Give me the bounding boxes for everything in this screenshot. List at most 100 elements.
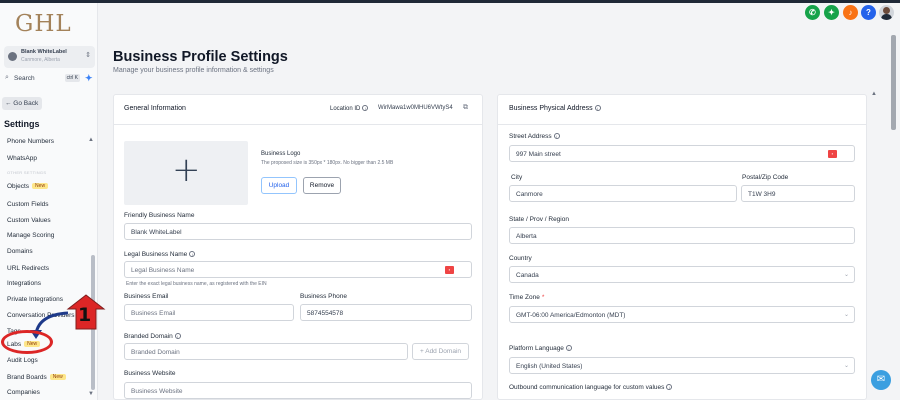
sidebar-item-domains[interactable]: Domains bbox=[7, 248, 33, 255]
collapse-icon[interactable]: ▲ bbox=[88, 137, 94, 143]
location-name: Blank WhiteLabel bbox=[21, 49, 67, 55]
state-label: State / Prov / Region bbox=[509, 216, 569, 223]
sidebar-section-label: OTHER SETTINGS bbox=[7, 170, 47, 175]
country-value: Canada bbox=[516, 272, 539, 279]
sidebar-item-private-integrations[interactable]: Private Integrations bbox=[7, 296, 63, 303]
legal-name-field[interactable]: Legal Business Name ▪ bbox=[124, 261, 472, 278]
megaphone-glyph: ✦ bbox=[828, 8, 835, 17]
outbound-language-label: Outbound communication language for cust… bbox=[509, 384, 673, 391]
chat-widget-button[interactable]: ✉ bbox=[871, 370, 891, 390]
address-title-text: Business Physical Address bbox=[509, 105, 593, 112]
search-icon: ⌕ bbox=[5, 74, 9, 81]
help-icon[interactable]: ? bbox=[861, 5, 876, 20]
business-website-label: Business Website bbox=[124, 370, 176, 377]
friendly-name-field[interactable]: Blank WhiteLabel bbox=[124, 223, 472, 240]
scroll-up-icon[interactable]: ▲ bbox=[871, 91, 877, 97]
business-website-field[interactable]: Business Website bbox=[124, 382, 472, 399]
card-title: General Information bbox=[124, 105, 186, 112]
location-id-label: Location ID i bbox=[330, 105, 369, 112]
card-title: Business Physical Address i bbox=[509, 105, 601, 112]
timezone-label-text: Time Zone bbox=[509, 294, 540, 301]
friendly-name-value: Blank WhiteLabel bbox=[131, 229, 182, 236]
country-select[interactable]: Canada ⌄ bbox=[509, 266, 855, 283]
phone-icon[interactable]: ✆ bbox=[805, 5, 820, 20]
divider bbox=[114, 124, 482, 125]
annotation-circle bbox=[1, 330, 53, 354]
megaphone-icon[interactable]: ✦ bbox=[824, 5, 839, 20]
zip-label: Postal/Zip Code bbox=[742, 174, 789, 181]
legal-name-placeholder: Legal Business Name bbox=[131, 267, 195, 274]
sidebar-item-manage-scoring[interactable]: Manage Scoring bbox=[7, 232, 54, 239]
branded-domain-field[interactable]: Branded Domain bbox=[124, 343, 408, 360]
zip-field[interactable]: T1W 3H9 bbox=[741, 185, 855, 202]
upload-button[interactable]: Upload bbox=[261, 177, 297, 194]
help-glyph: ? bbox=[866, 8, 871, 17]
business-email-label: Business Email bbox=[124, 293, 169, 300]
location-switcher[interactable]: Blank WhiteLabel Canmore, Alberta ⇕ bbox=[4, 46, 95, 68]
sidebar-item-phone-numbers[interactable]: Phone Numbers bbox=[7, 138, 54, 145]
bell-icon[interactable]: ♪ bbox=[843, 5, 858, 20]
new-badge: New bbox=[49, 374, 66, 380]
business-logo-hint: The proposed size is 350px * 180px. No b… bbox=[261, 160, 394, 166]
sidebar-item-companies[interactable]: Companies bbox=[7, 389, 40, 396]
street-label: Street Address i bbox=[509, 133, 560, 140]
logo-upload-area[interactable]: + bbox=[124, 141, 248, 205]
business-email-field[interactable]: Business Email bbox=[124, 304, 294, 321]
chat-icon: ✉ bbox=[876, 374, 886, 385]
quick-add-icon[interactable]: ✦ bbox=[85, 73, 93, 84]
sidebar-item-custom-values[interactable]: Custom Values bbox=[7, 217, 51, 224]
timezone-select[interactable]: GMT-06:00 America/Edmonton (MDT) ⌄ bbox=[509, 306, 855, 323]
friendly-name-label: Friendly Business Name bbox=[124, 212, 195, 219]
business-phone-value: 5874554578 bbox=[307, 310, 344, 317]
info-icon: i bbox=[565, 345, 572, 351]
info-icon: i bbox=[189, 251, 196, 257]
avatar-head bbox=[883, 7, 890, 14]
avatar-body bbox=[881, 14, 892, 20]
timezone-value: GMT-06:00 America/Edmonton (MDT) bbox=[516, 312, 626, 319]
sidebar-item-audit-logs[interactable]: Audit Logs bbox=[7, 357, 38, 364]
business-phone-label: Business Phone bbox=[300, 293, 347, 300]
branded-domain-placeholder: Branded Domain bbox=[131, 349, 180, 356]
main-scrollbar[interactable] bbox=[891, 35, 896, 130]
extension-icon[interactable]: ▪ bbox=[828, 150, 837, 158]
state-field[interactable]: Alberta bbox=[509, 227, 855, 244]
info-icon: i bbox=[553, 133, 560, 139]
page-subtitle: Manage your business profile information… bbox=[113, 67, 274, 74]
address-card: Business Physical Address i Street Addres… bbox=[497, 94, 867, 400]
add-domain-button[interactable]: + Add Domain bbox=[412, 343, 469, 360]
divider bbox=[498, 124, 866, 125]
platform-language-select[interactable]: English (United States) ⌄ bbox=[509, 357, 855, 374]
user-avatar[interactable] bbox=[879, 5, 894, 20]
branded-domain-label: Branded Domain i bbox=[124, 333, 181, 340]
chevron-down-icon: ⌄ bbox=[843, 272, 849, 278]
app-logo: GHL bbox=[15, 11, 72, 37]
sidebar-item-url-redirects[interactable]: URL Redirects bbox=[7, 265, 49, 272]
branded-domain-label-text: Branded Domain bbox=[124, 333, 173, 340]
street-label-text: Street Address bbox=[509, 133, 552, 140]
sidebar-item-custom-fields[interactable]: Custom Fields bbox=[7, 201, 49, 208]
copy-icon[interactable]: ⧉ bbox=[463, 104, 468, 112]
extension-icon[interactable]: ▪ bbox=[445, 266, 454, 274]
settings-heading: Settings bbox=[4, 119, 40, 129]
platform-language-label: Platform Language i bbox=[509, 345, 572, 352]
search-label: Search bbox=[14, 75, 35, 82]
phone-glyph: ✆ bbox=[809, 8, 816, 17]
business-email-placeholder: Business Email bbox=[131, 310, 176, 317]
remove-button[interactable]: Remove bbox=[303, 177, 341, 194]
platform-language-value: English (United States) bbox=[516, 363, 583, 370]
sidebar-item-integrations[interactable]: Integrations bbox=[7, 280, 41, 287]
legal-name-hint: Enter the exact legal business name, as … bbox=[126, 281, 267, 287]
go-back-button[interactable]: ← Go Back bbox=[2, 97, 42, 110]
sidebar-item-brand-boards[interactable]: Brand Boards New bbox=[7, 374, 66, 381]
street-field[interactable]: 997 Main street ▪ bbox=[509, 145, 855, 162]
new-badge: New bbox=[32, 183, 49, 189]
business-logo-label: Business Logo bbox=[261, 151, 301, 157]
scroll-down-icon[interactable]: ▼ bbox=[88, 391, 94, 397]
sidebar-item-objects[interactable]: Objects New bbox=[7, 183, 49, 190]
business-phone-field[interactable]: 5874554578 bbox=[300, 304, 472, 321]
sidebar-item-whatsapp[interactable]: WhatsApp bbox=[7, 155, 37, 162]
state-value: Alberta bbox=[516, 233, 537, 240]
city-field[interactable]: Canmore bbox=[509, 185, 737, 202]
country-label: Country bbox=[509, 255, 532, 262]
search-input[interactable]: ⌕ Search ctrl K bbox=[4, 73, 80, 85]
